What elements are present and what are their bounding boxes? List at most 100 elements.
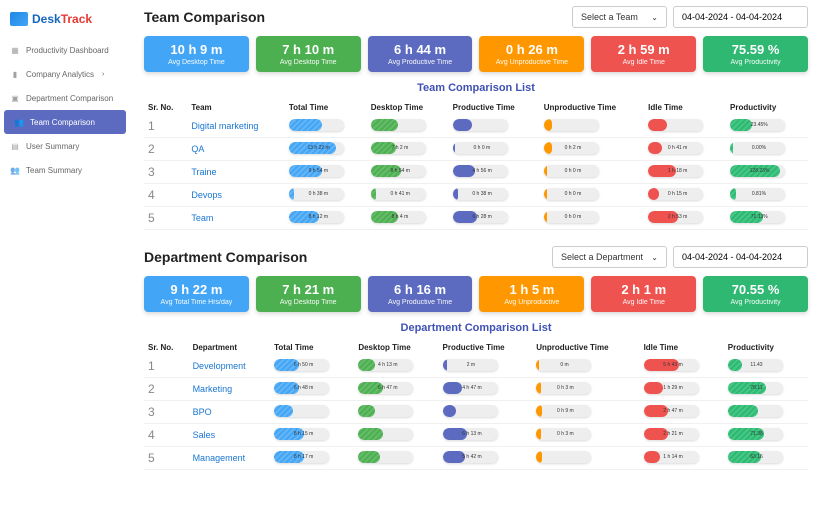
dept-title: Department Comparison xyxy=(144,249,307,265)
dept-name[interactable]: Marketing xyxy=(189,378,271,401)
building-icon: ▣ xyxy=(10,93,20,103)
col-productive: Productive Time xyxy=(439,340,533,355)
card-desktop-time-2: 7 h 10 mAvg Desktop Time xyxy=(256,36,361,72)
nav-label: Department Comparison xyxy=(26,94,113,103)
pill: 0 h 0 m xyxy=(453,142,508,154)
pill xyxy=(358,451,413,463)
table-row: 1Development6 h 50 m4 h 13 m2 m0 m5 h 43… xyxy=(144,355,808,378)
table-row: 4Sales8 h 15 m6 h 13 m0 h 3 m2 h 21 m71.… xyxy=(144,424,808,447)
team-name[interactable]: QA xyxy=(187,138,285,161)
pill xyxy=(358,405,413,417)
pill: 5 h 42 m xyxy=(443,451,498,463)
pill: 6 h 47 m xyxy=(358,382,413,394)
nav-department-comparison[interactable]: ▣ Department Comparison xyxy=(0,86,130,110)
card-value: 9 h 22 m xyxy=(148,282,245,297)
col-productive: Productive Time xyxy=(449,100,540,115)
pill: 1 h 29 m xyxy=(644,382,699,394)
team-name[interactable]: Traine xyxy=(187,161,285,184)
card-productive-time: 6 h 16 mAvg Productive Time xyxy=(368,276,473,312)
dept-name[interactable]: BPO xyxy=(189,401,271,424)
team-title: Team Comparison xyxy=(144,9,265,25)
team-name[interactable]: Devops xyxy=(187,184,285,207)
pill: 0 h 41 m xyxy=(648,142,703,154)
col-dept: Department xyxy=(189,340,271,355)
team-select[interactable]: Select a Team ⌄ xyxy=(572,6,667,28)
card-value: 1 h 5 m xyxy=(483,282,580,297)
team-name[interactable]: Digital marketing xyxy=(187,115,285,138)
card-label: Avg Unproductive Time xyxy=(483,59,580,66)
pill: 6 h 28 m xyxy=(453,211,508,223)
team-cards: 10 h 9 mAvg Desktop Time 7 h 10 mAvg Des… xyxy=(144,36,808,72)
card-desktop-time: 10 h 9 mAvg Desktop Time xyxy=(144,36,249,72)
card-idle-time: 2 h 59 mAvg Idle Time xyxy=(591,36,696,72)
card-value: 75.59 % xyxy=(707,42,804,57)
dept-select-label: Select a Department xyxy=(561,252,643,262)
pill xyxy=(648,119,703,131)
team-select-label: Select a Team xyxy=(581,12,638,22)
nav-team-summary[interactable]: 👥 Team Summary xyxy=(0,158,130,182)
pill: 0 h 9 m xyxy=(536,405,591,417)
pill: 1 h 14 m xyxy=(644,451,699,463)
pill: 71.38 xyxy=(728,428,783,440)
user-icon: ▤ xyxy=(10,141,20,151)
pill: 0 m xyxy=(536,359,591,371)
card-label: Avg Desktop Time xyxy=(260,299,357,306)
row-num: 5 xyxy=(144,447,189,470)
table-row: 2QA13 h 22 m7 h 2 m0 h 0 m0 h 2 m0 h 41 … xyxy=(144,138,808,161)
card-productivity: 75.59 % Avg Productivity xyxy=(703,36,808,72)
card-value: 7 h 21 m xyxy=(260,282,357,297)
col-idle: Idle Time xyxy=(640,340,724,355)
table-row: 3Traine9 h 54 m8 h 54 m4 h 56 m0 h 0 m1 … xyxy=(144,161,808,184)
dept-select[interactable]: Select a Department ⌄ xyxy=(552,246,667,268)
nav-label: Team Summary xyxy=(26,166,82,175)
pill: 0 h 0 m xyxy=(544,211,599,223)
col-unproductive: Unproductive Time xyxy=(532,340,639,355)
chevron-down-icon: ⌄ xyxy=(651,253,658,262)
pill: 0 h 2 m xyxy=(544,142,599,154)
nav-productivity-dashboard[interactable]: ▦ Productivity Dashboard xyxy=(0,38,130,62)
nav-label: Company Analytics xyxy=(26,70,94,79)
pill: 8 h 15 m xyxy=(274,428,329,440)
pill: 4 h 56 m xyxy=(453,165,508,177)
col-productivity: Productivity xyxy=(724,340,808,355)
row-num: 3 xyxy=(144,161,187,184)
dept-daterange[interactable] xyxy=(673,246,808,268)
card-label: Avg Productive Time xyxy=(372,59,469,66)
card-label: Avg Productivity xyxy=(707,59,804,66)
nav-company-analytics[interactable]: ▮ Company Analytics › xyxy=(0,62,130,86)
pill: 13 h 22 m xyxy=(289,142,344,154)
dept-list-title: Department Comparison List xyxy=(144,322,808,334)
dept-name[interactable]: Development xyxy=(189,355,271,378)
col-srno: Sr. No. xyxy=(144,340,189,355)
nav-team-comparison[interactable]: 👥 Team Comparison xyxy=(4,110,126,134)
dept-name[interactable]: Management xyxy=(189,447,271,470)
pill: 9 h 54 m xyxy=(289,165,344,177)
pill: 0 h 15 m xyxy=(648,188,703,200)
dept-name[interactable]: Sales xyxy=(189,424,271,447)
team-daterange[interactable] xyxy=(673,6,808,28)
card-label: Avg Productivity xyxy=(707,299,804,306)
row-num: 4 xyxy=(144,424,189,447)
card-desktop-time: 7 h 21 m Avg Desktop Time xyxy=(256,276,361,312)
row-num: 1 xyxy=(144,355,189,378)
pill: 0 h 3 m xyxy=(536,428,591,440)
team-icon: 👥 xyxy=(10,165,20,175)
pill: 6 h 48 m xyxy=(274,382,329,394)
pill: 0 h 38 m xyxy=(289,188,344,200)
brand-logo: DeskTrack xyxy=(0,8,130,38)
nav-label: User Summary xyxy=(26,142,79,151)
pill xyxy=(453,119,508,131)
row-num: 2 xyxy=(144,378,189,401)
chevron-down-icon: ⌄ xyxy=(651,13,658,22)
card-value: 70.55 % xyxy=(707,282,804,297)
pill: 2 h 53 m xyxy=(648,211,703,223)
pill: 4 h 47 m xyxy=(443,382,498,394)
pill: 63.16 xyxy=(728,451,783,463)
chart-icon: ▮ xyxy=(10,69,20,79)
team-name[interactable]: Team xyxy=(187,207,285,230)
nav-user-summary[interactable]: ▤ User Summary xyxy=(0,134,130,158)
pill: 8 h 12 m xyxy=(289,211,344,223)
card-value: 0 h 26 m xyxy=(483,42,580,57)
col-team: Team xyxy=(187,100,285,115)
users-icon: 👥 xyxy=(14,117,24,127)
